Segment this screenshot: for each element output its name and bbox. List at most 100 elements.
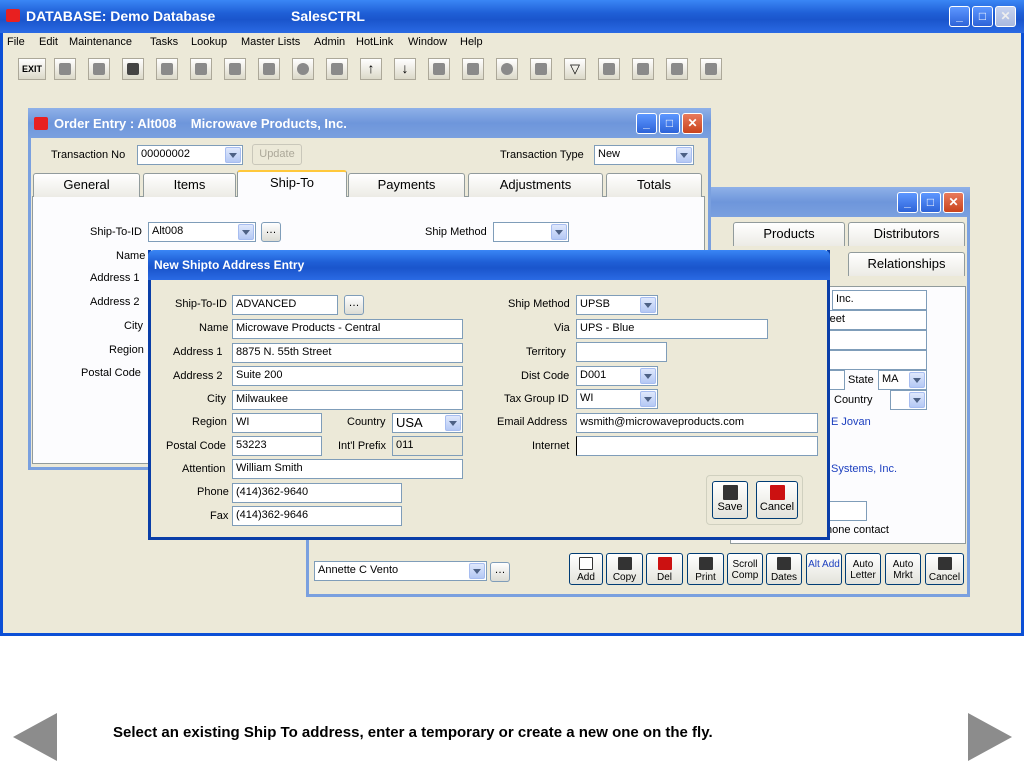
customer-close-icon[interactable]: ✕ <box>943 192 964 213</box>
ship-method-select[interactable]: UPSB <box>576 295 658 315</box>
dates-button[interactable]: Dates <box>766 553 802 585</box>
region-field[interactable]: WI <box>232 413 322 433</box>
dist-code-select[interactable]: D001 <box>576 366 658 386</box>
auto-letter-button[interactable]: Auto Letter <box>845 553 881 585</box>
menu-edit[interactable]: Edit <box>39 36 58 48</box>
order-close-icon[interactable]: ✕ <box>682 113 703 134</box>
toolbar-link-icon[interactable] <box>598 58 620 80</box>
chevron-down-icon[interactable] <box>909 372 925 388</box>
alt-add-button[interactable]: Alt Add <box>806 553 842 585</box>
customer-address2-field[interactable] <box>822 330 927 350</box>
city-field[interactable]: Milwaukee <box>232 390 463 410</box>
internet-field[interactable] <box>576 436 818 456</box>
salesperson-select[interactable]: Annette C Vento <box>314 561 487 581</box>
tax-group-select[interactable]: WI <box>576 389 658 409</box>
via-field[interactable]: UPS - Blue <box>576 319 768 339</box>
address2-field[interactable]: Suite 200 <box>232 366 463 386</box>
toolbar-window-icon[interactable] <box>326 58 348 80</box>
tab-distributors[interactable]: Distributors <box>848 222 965 246</box>
chevron-down-icon[interactable] <box>909 392 925 408</box>
menu-admin[interactable]: Admin <box>314 36 345 48</box>
menu-lookup[interactable]: Lookup <box>191 36 227 48</box>
toolbar-book-icon[interactable] <box>632 58 654 80</box>
previous-slide-arrow-icon[interactable] <box>13 713 57 761</box>
toolbar-calc-icon[interactable] <box>224 58 246 80</box>
toolbar-edit-icon[interactable] <box>88 58 110 80</box>
transaction-no-select[interactable]: 00000002 <box>137 145 243 165</box>
toolbar-clock-icon[interactable] <box>292 58 314 80</box>
toolbar-print-icon[interactable] <box>156 58 178 80</box>
state-select[interactable]: MA <box>878 370 927 390</box>
menu-master-lists[interactable]: Master Lists <box>241 36 300 48</box>
tab-general[interactable]: General <box>33 173 140 197</box>
chevron-down-icon[interactable] <box>640 297 656 313</box>
update-button[interactable]: Update <box>252 144 302 165</box>
toolbar-tools-icon[interactable] <box>700 58 722 80</box>
chevron-down-icon[interactable] <box>676 147 692 163</box>
add-button[interactable]: Add <box>569 553 603 585</box>
country-select[interactable]: USA <box>392 413 463 433</box>
customer-maximize-icon[interactable]: □ <box>920 192 941 213</box>
chevron-down-icon[interactable] <box>469 563 485 579</box>
exit-button[interactable]: EXIT <box>18 58 46 80</box>
toolbar-card-icon[interactable] <box>122 58 144 80</box>
menu-help[interactable]: Help <box>460 36 483 48</box>
territory-field[interactable] <box>576 342 667 362</box>
order-maximize-icon[interactable]: □ <box>659 113 680 134</box>
customer-minimize-icon[interactable]: _ <box>897 192 918 213</box>
customer-cancel-button[interactable]: Cancel <box>925 553 964 585</box>
tab-totals[interactable]: Totals <box>606 173 702 197</box>
order-shipto-lookup-button[interactable]: … <box>261 222 281 242</box>
toolbar-record-icon[interactable] <box>496 58 518 80</box>
toolbar-mail-icon[interactable] <box>462 58 484 80</box>
save-button[interactable]: Save <box>712 481 748 519</box>
address1-field[interactable]: 8875 N. 55th Street <box>232 343 463 363</box>
menu-hotlink[interactable]: HotLink <box>356 36 393 48</box>
toolbar-down-arrow-icon[interactable]: ↓ <box>394 58 416 80</box>
toolbar-building-icon[interactable] <box>666 58 688 80</box>
tab-items[interactable]: Items <box>143 173 236 197</box>
customer-name-field[interactable]: Inc. <box>832 290 927 310</box>
print-button[interactable]: Print <box>687 553 724 585</box>
menu-maintenance[interactable]: Maintenance <box>69 36 132 48</box>
chevron-down-icon[interactable] <box>640 391 656 407</box>
systems-link[interactable]: Systems, Inc. <box>831 463 897 475</box>
tab-adjustments[interactable]: Adjustments <box>468 173 603 197</box>
copy-button[interactable]: Copy <box>606 553 643 585</box>
toolbar-open-icon[interactable] <box>54 58 76 80</box>
tab-ship-to[interactable]: Ship-To <box>237 170 347 197</box>
phone-field[interactable]: (414)362-9640 <box>232 483 402 503</box>
delete-button[interactable]: Del <box>646 553 683 585</box>
customer-address-field[interactable]: reet <box>822 310 927 330</box>
attention-field[interactable]: William Smith <box>232 459 463 479</box>
chevron-down-icon[interactable] <box>238 224 254 240</box>
tab-products[interactable]: Products <box>733 222 845 246</box>
toolbar-filter-icon[interactable]: ▽ <box>564 58 586 80</box>
country-select[interactable] <box>890 390 927 410</box>
chevron-down-icon[interactable] <box>225 147 241 163</box>
toolbar-note-icon[interactable] <box>190 58 212 80</box>
toolbar-user-icon[interactable] <box>428 58 450 80</box>
shipto-id-lookup-button[interactable]: … <box>344 295 364 315</box>
email-field[interactable]: wsmith@microwaveproducts.com <box>576 413 818 433</box>
auto-mrkt-button[interactable]: Auto Mrkt <box>885 553 921 585</box>
customer-city-field[interactable] <box>822 350 927 370</box>
scroll-comp-button[interactable]: Scroll Comp <box>727 553 763 585</box>
transaction-type-select[interactable]: New <box>594 145 694 165</box>
menu-tasks[interactable]: Tasks <box>150 36 178 48</box>
minimize-icon[interactable]: _ <box>949 6 970 27</box>
chevron-down-icon[interactable] <box>445 415 461 431</box>
toolbar-up-arrow-icon[interactable]: ↑ <box>360 58 382 80</box>
shipto-id-field[interactable]: ADVANCED <box>232 295 338 315</box>
cancel-button[interactable]: Cancel <box>756 481 798 519</box>
fax-field[interactable]: (414)362-9646 <box>232 506 402 526</box>
order-minimize-icon[interactable]: _ <box>636 113 657 134</box>
toolbar-find-icon[interactable] <box>258 58 280 80</box>
chevron-down-icon[interactable] <box>551 224 567 240</box>
chevron-down-icon[interactable] <box>640 368 656 384</box>
name-field[interactable]: Microwave Products - Central <box>232 319 463 339</box>
maximize-icon[interactable]: □ <box>972 6 993 27</box>
postal-code-field[interactable]: 53223 <box>232 436 322 456</box>
salesperson-lookup-button[interactable]: … <box>490 562 510 582</box>
close-icon[interactable]: ✕ <box>995 6 1016 27</box>
